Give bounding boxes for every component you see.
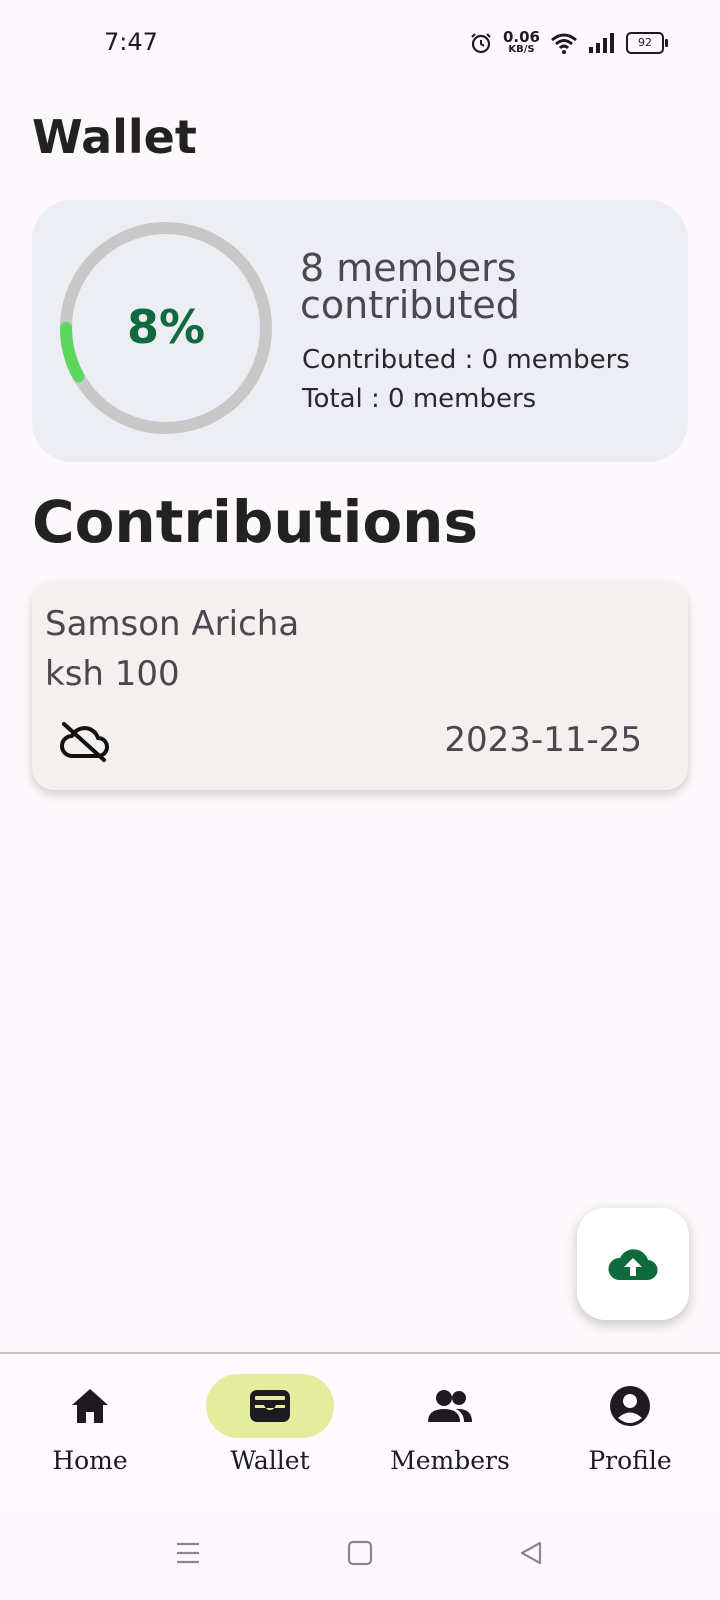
net-speed-unit: KB/S [508, 44, 535, 55]
contribution-amount: ksh 100 [45, 654, 180, 694]
nav-pill-active [206, 1374, 334, 1438]
net-speed: 0.06 KB/S [503, 30, 540, 55]
upload-contribution-button[interactable] [577, 1208, 689, 1320]
progress-percent: 8% [126, 300, 206, 354]
nav-label-profile: Profile [588, 1446, 672, 1475]
members-contributed-headline: 8 members contributed [300, 246, 520, 327]
nav-pill [566, 1374, 694, 1438]
nav-pill [26, 1374, 154, 1438]
nav-label-members: Members [390, 1446, 510, 1475]
nav-label-wallet: Wallet [230, 1446, 310, 1475]
nav-pill [386, 1374, 514, 1438]
contribution-date: 2023-11-25 [444, 720, 642, 760]
back-icon[interactable] [518, 1540, 544, 1566]
nav-label-home: Home [52, 1446, 128, 1475]
menu-icon[interactable] [175, 1540, 201, 1566]
wallet-icon [250, 1390, 290, 1422]
home-icon [72, 1389, 108, 1423]
status-icons: 0.06 KB/S 92 [469, 30, 668, 55]
net-speed-value: 0.06 [502, 28, 540, 46]
contributions-title: Contributions [32, 488, 478, 556]
contributed-count: Contributed : 0 members [302, 345, 630, 375]
nav-item-wallet[interactable]: Wallet [190, 1374, 350, 1475]
total-count: Total : 0 members [302, 384, 537, 414]
nav-item-home[interactable]: Home [10, 1374, 170, 1475]
home-square-icon[interactable] [347, 1540, 373, 1566]
cloud-off-icon [60, 722, 109, 762]
people-icon [428, 1390, 472, 1422]
wifi-icon [551, 33, 577, 54]
battery-icon: 92 [626, 31, 668, 54]
nav-item-profile[interactable]: Profile [550, 1374, 710, 1475]
nav-item-members[interactable]: Members [370, 1374, 530, 1475]
status-time: 7:47 [104, 28, 158, 56]
contributor-name: Samson Aricha [45, 604, 300, 644]
alarm-icon [471, 32, 491, 53]
page-title: Wallet [32, 110, 197, 164]
account-circle-icon [610, 1386, 650, 1426]
signal-icon [589, 32, 614, 53]
cloud-upload-icon [608, 1249, 658, 1281]
